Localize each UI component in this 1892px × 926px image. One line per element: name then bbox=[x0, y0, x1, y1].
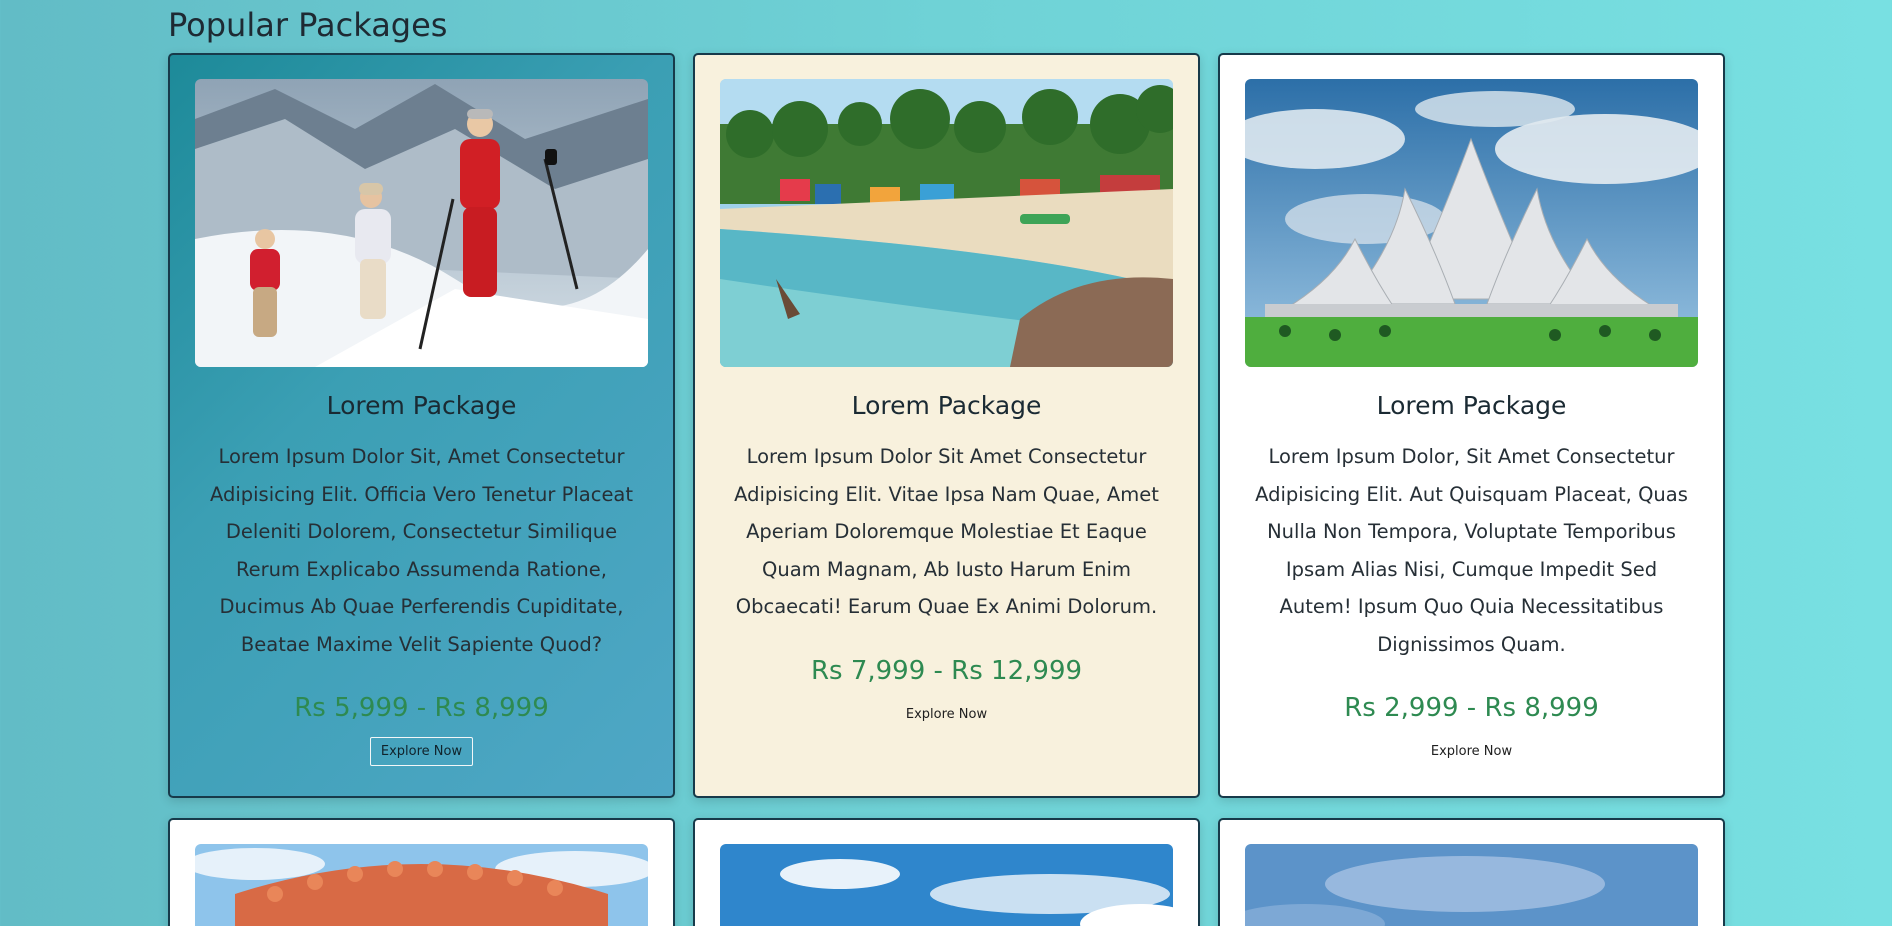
package-card bbox=[168, 818, 675, 926]
explore-now-button[interactable]: Explore Now bbox=[895, 700, 998, 729]
palace-photo bbox=[195, 844, 648, 926]
package-title: Lorem Package bbox=[851, 391, 1042, 420]
package-price: Rs 2,999 - Rs 8,999 bbox=[1344, 693, 1599, 723]
package-card bbox=[1218, 818, 1725, 926]
package-description: Lorem Ipsum Dolor Sit Amet Consectetur A… bbox=[734, 445, 1159, 618]
package-price: Rs 5,999 - Rs 8,999 bbox=[294, 693, 549, 723]
cloudy-sky-photo bbox=[1245, 844, 1698, 926]
package-card bbox=[693, 818, 1200, 926]
package-price: Rs 7,999 - Rs 12,999 bbox=[810, 655, 1083, 686]
package-description: Lorem Ipsum Dolor Sit, Amet Consectetur … bbox=[209, 445, 634, 656]
explore-now-button[interactable]: Explore Now bbox=[1420, 737, 1523, 766]
beach-photo bbox=[720, 79, 1173, 367]
lotus-temple-photo bbox=[1245, 79, 1698, 367]
package-title: Lorem Package bbox=[326, 391, 517, 420]
package-title: Lorem Package bbox=[1376, 391, 1567, 420]
page-title: Popular Packages bbox=[168, 6, 448, 44]
snow-trekking-photo bbox=[195, 79, 648, 367]
package-card: Lorem Package Lorem Ipsum Dolor Sit, Ame… bbox=[168, 53, 675, 798]
package-card: Lorem Package Lorem Ipsum Dolor Sit Amet… bbox=[693, 53, 1200, 798]
package-card: Lorem Package Lorem Ipsum Dolor, Sit Ame… bbox=[1218, 53, 1725, 798]
package-description: Lorem Ipsum Dolor, Sit Amet Consectetur … bbox=[1255, 445, 1688, 656]
sky-clouds-photo bbox=[720, 844, 1173, 926]
explore-now-button[interactable]: Explore Now bbox=[369, 737, 474, 766]
packages-grid: Lorem Package Lorem Ipsum Dolor Sit, Ame… bbox=[168, 53, 1725, 926]
